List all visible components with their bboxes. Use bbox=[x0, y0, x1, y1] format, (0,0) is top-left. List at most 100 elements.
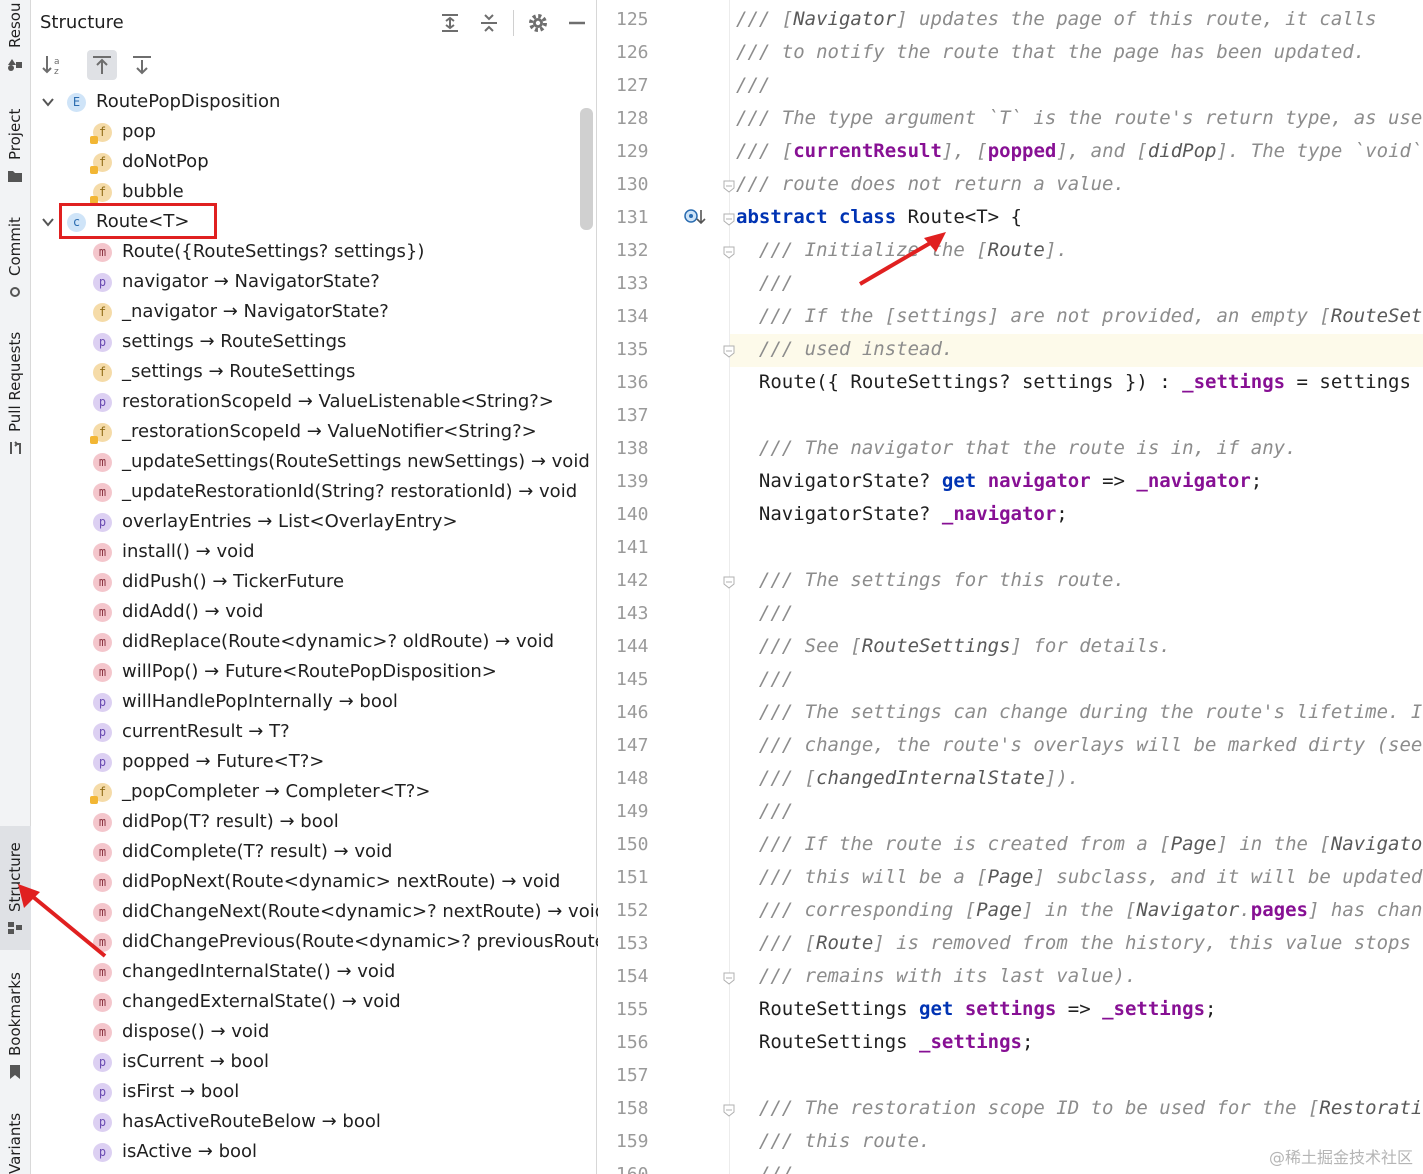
tree-item[interactable]: m willPop() → Future<RoutePopDisposition> bbox=[31, 658, 591, 688]
code-editor[interactable]: 125 126 127 128 129 130 131 132 133 134 135 136 137 1… bbox=[598, 0, 1423, 1174]
tree-item[interactable]: f doNotPop bbox=[31, 148, 591, 178]
line-number[interactable]: 153 bbox=[616, 933, 668, 954]
tree-item[interactable]: E RoutePopDisposition bbox=[31, 88, 591, 118]
line-number[interactable]: 139 bbox=[616, 471, 668, 492]
line-number[interactable]: 136 bbox=[616, 372, 668, 393]
tree-item[interactable]: f _navigator → NavigatorState? bbox=[31, 298, 591, 328]
line-number[interactable]: 145 bbox=[616, 669, 668, 690]
tree-item[interactable]: m didReplace(Route<dynamic>? oldRoute) → … bbox=[31, 628, 591, 658]
tree-item[interactable]: m didPopNext(Route<dynamic> nextRoute) → … bbox=[31, 868, 591, 898]
chevron-down-icon[interactable] bbox=[42, 216, 54, 228]
code-token: /// bbox=[758, 800, 794, 822]
tree-item[interactable]: p isActive → bool bbox=[31, 1138, 591, 1168]
tree-item[interactable]: m didComplete(T? result) → void bbox=[31, 838, 591, 868]
line-number[interactable]: 141 bbox=[616, 537, 668, 558]
tree-item[interactable]: f _popCompleter → Completer<T?> bbox=[31, 778, 591, 808]
property-icon: p bbox=[93, 753, 112, 772]
line-number[interactable]: 148 bbox=[616, 768, 668, 789]
line-number[interactable]: 157 bbox=[616, 1065, 668, 1086]
line-number[interactable]: 159 bbox=[616, 1131, 668, 1152]
line-number[interactable]: 142 bbox=[616, 570, 668, 591]
navigate-to-source-icon[interactable] bbox=[87, 50, 117, 80]
fold-marker-icon[interactable] bbox=[722, 575, 736, 589]
line-number[interactable]: 146 bbox=[616, 702, 668, 723]
tree-item[interactable]: m _updateRestorationId(String? restoratio… bbox=[31, 478, 591, 508]
line-number[interactable]: 131 bbox=[616, 207, 668, 228]
fold-marker-icon[interactable] bbox=[722, 971, 736, 985]
tree-item[interactable]: m didAdd() → void bbox=[31, 598, 591, 628]
strip-tab-resou[interactable]: Resou bbox=[0, 0, 31, 50]
fold-marker-icon[interactable] bbox=[722, 1103, 736, 1117]
tree-item[interactable]: m Route({RouteSettings? settings}) bbox=[31, 238, 591, 268]
line-number[interactable]: 132 bbox=[616, 240, 668, 261]
tree-item[interactable]: m didChangePrevious(Route<dynamic>? previ… bbox=[31, 928, 677, 958]
tree-item[interactable]: p willHandlePopInternally → bool bbox=[31, 688, 591, 718]
line-number[interactable]: 147 bbox=[616, 735, 668, 756]
line-number[interactable]: 129 bbox=[616, 141, 668, 162]
line-number[interactable]: 133 bbox=[616, 273, 668, 294]
strip-tab-variants[interactable]: Variants bbox=[0, 1100, 31, 1174]
collapse-all-icon[interactable] bbox=[478, 12, 500, 34]
line-number[interactable]: 155 bbox=[616, 999, 668, 1020]
line-number[interactable]: 127 bbox=[616, 75, 668, 96]
line-number[interactable]: 156 bbox=[616, 1032, 668, 1053]
expand-all-icon[interactable] bbox=[439, 12, 461, 34]
line-number[interactable]: 151 bbox=[616, 867, 668, 888]
line-number[interactable]: 143 bbox=[616, 603, 668, 624]
tree-item[interactable]: m changedExternalState() → void bbox=[31, 988, 591, 1018]
sort-alpha-icon[interactable]: a z bbox=[39, 50, 69, 80]
tree-item[interactable]: m install() → void bbox=[31, 538, 591, 568]
tree-item[interactable]: m dispose() → void bbox=[31, 1018, 591, 1048]
tree-item[interactable]: m changedInternalState() → void bbox=[31, 958, 591, 988]
line-number[interactable]: 130 bbox=[616, 174, 668, 195]
gear-icon[interactable] bbox=[527, 12, 549, 34]
field-icon: f bbox=[90, 183, 112, 204]
tree-item[interactable]: f pop bbox=[31, 118, 591, 148]
line-number[interactable]: 134 bbox=[616, 306, 668, 327]
tree-item[interactable]: p overlayEntries → List<OverlayEntry> bbox=[31, 508, 591, 538]
line-number[interactable]: 137 bbox=[616, 405, 668, 426]
tree-item[interactable]: p popped → Future<T?> bbox=[31, 748, 591, 778]
code-token: = settings ?? const RouteSettings(); bbox=[1296, 371, 1423, 393]
implemented-by-icon[interactable] bbox=[684, 208, 708, 228]
strip-tab-pull-requests[interactable]: Pull Requests bbox=[0, 330, 31, 456]
tree-item[interactable]: p isCurrent → bool bbox=[31, 1048, 591, 1078]
fold-marker-icon[interactable] bbox=[722, 245, 736, 259]
line-number[interactable]: 150 bbox=[616, 834, 668, 855]
tree-item[interactable]: m didPop(T? result) → bool bbox=[31, 808, 591, 838]
line-number[interactable]: 126 bbox=[616, 42, 668, 63]
navigate-from-source-icon[interactable] bbox=[127, 50, 157, 80]
tree-item[interactable]: f _restorationScopeId → ValueNotifier<Str… bbox=[31, 418, 591, 448]
lock-icon bbox=[90, 136, 98, 144]
tree-item[interactable]: p currentResult → T? bbox=[31, 718, 591, 748]
vertical-scrollbar[interactable] bbox=[580, 108, 593, 230]
line-number[interactable]: 149 bbox=[616, 801, 668, 822]
line-number[interactable]: 140 bbox=[616, 504, 668, 525]
line-number[interactable]: 160 bbox=[616, 1164, 668, 1174]
tree-item[interactable]: p restorationScopeId → ValueListenable<St… bbox=[31, 388, 591, 418]
tree-item[interactable]: m didChangeNext(Route<dynamic>? nextRoute… bbox=[31, 898, 606, 928]
line-number[interactable]: 158 bbox=[616, 1098, 668, 1119]
line-number[interactable]: 154 bbox=[616, 966, 668, 987]
line-number[interactable]: 128 bbox=[616, 108, 668, 129]
chevron-down-icon[interactable] bbox=[42, 96, 54, 108]
fold-marker-icon[interactable] bbox=[722, 212, 736, 226]
line-number[interactable]: 138 bbox=[616, 438, 668, 459]
fold-marker-icon[interactable] bbox=[722, 179, 736, 193]
tree-item[interactable]: f _settings → RouteSettings bbox=[31, 358, 591, 388]
line-number[interactable]: 152 bbox=[616, 900, 668, 921]
fold-marker-icon[interactable] bbox=[722, 344, 736, 358]
minimize-icon[interactable] bbox=[566, 12, 588, 34]
tree-item[interactable]: p navigator → NavigatorState? bbox=[31, 268, 591, 298]
tree-item[interactable]: m didPush() → TickerFuture bbox=[31, 568, 591, 598]
tree-item[interactable]: p hasActiveRouteBelow → bool bbox=[31, 1108, 591, 1138]
tree-item[interactable]: m _updateSettings(RouteSettings newSettin… bbox=[31, 448, 591, 478]
line-number[interactable]: 125 bbox=[616, 9, 668, 30]
line-number[interactable]: 144 bbox=[616, 636, 668, 657]
tree-item[interactable]: p settings → RouteSettings bbox=[31, 328, 591, 358]
tree-item[interactable]: p isFirst → bool bbox=[31, 1078, 591, 1108]
line-number[interactable]: 135 bbox=[616, 339, 668, 360]
strip-tab-bookmarks[interactable]: Bookmarks bbox=[0, 960, 31, 1060]
